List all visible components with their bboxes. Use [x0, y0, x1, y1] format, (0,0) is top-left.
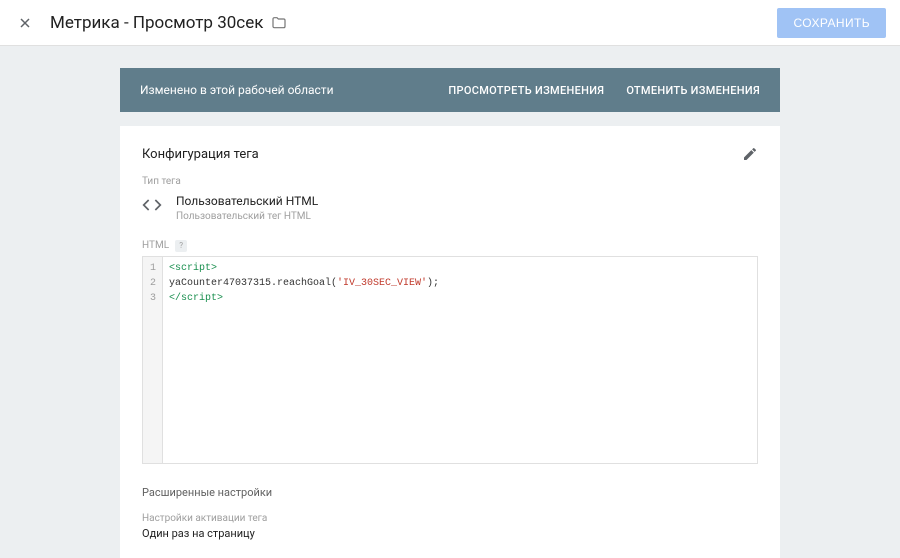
- close-icon[interactable]: [14, 12, 36, 34]
- tag-type-subtitle: Пользовательский тег HTML: [176, 210, 318, 224]
- workspace-changes-bar: Изменено в этой рабочей области ПРОСМОТР…: [120, 68, 780, 112]
- trigger-settings-value: Один раз на страницу: [142, 527, 758, 540]
- advanced-settings-toggle[interactable]: Расширенные настройки: [142, 486, 758, 499]
- tag-config-card: Конфигурация тега Тип тега Пользовательс…: [120, 126, 780, 558]
- trigger-settings-label: Настройки активации тега: [142, 513, 758, 524]
- code-token-tag: </script>: [169, 293, 223, 304]
- code-token-string: 'IV_30SEC_VIEW': [337, 278, 427, 289]
- tag-type-row: Пользовательский HTML Пользовательский т…: [142, 193, 758, 224]
- page-title: Метрика - Просмотр 30сек: [50, 13, 263, 33]
- card-header: Конфигурация тега: [142, 146, 758, 162]
- save-button[interactable]: СОХРАНИТЬ: [777, 8, 886, 38]
- tag-type-label: Тип тега: [142, 176, 758, 187]
- code-icon: [142, 193, 162, 219]
- tag-type-text: Пользовательский HTML Пользовательский т…: [176, 193, 318, 224]
- card-title: Конфигурация тега: [142, 147, 259, 162]
- code-body[interactable]: <script> yaCounter47037315.reachGoal('IV…: [163, 257, 445, 463]
- code-token-call: );: [427, 278, 439, 289]
- header-bar: Метрика - Просмотр 30сек СОХРАНИТЬ: [0, 0, 900, 46]
- folder-icon[interactable]: [271, 15, 287, 31]
- edit-icon[interactable]: [742, 146, 758, 162]
- html-code-editor[interactable]: 1 2 3 <script> yaCounter47037315.reachGo…: [142, 256, 758, 464]
- code-gutter: 1 2 3: [143, 257, 163, 463]
- tag-type-name: Пользовательский HTML: [176, 193, 318, 210]
- view-changes-button[interactable]: ПРОСМОТРЕТЬ ИЗМЕНЕНИЯ: [448, 84, 604, 97]
- line-number: 3: [149, 291, 156, 306]
- help-icon[interactable]: ?: [175, 240, 187, 252]
- html-field-label: HTML: [142, 240, 169, 251]
- changes-message: Изменено в этой рабочей области: [140, 83, 334, 97]
- line-number: 1: [149, 261, 156, 276]
- code-token-tag: <script>: [169, 263, 217, 274]
- discard-changes-button[interactable]: ОТМЕНИТЬ ИЗМЕНЕНИЯ: [626, 84, 760, 97]
- content-area: Изменено в этой рабочей области ПРОСМОТР…: [0, 46, 900, 558]
- code-token-call: yaCounter47037315.reachGoal(: [169, 278, 337, 289]
- changes-actions: ПРОСМОТРЕТЬ ИЗМЕНЕНИЯ ОТМЕНИТЬ ИЗМЕНЕНИЯ: [448, 84, 760, 97]
- html-label-row: HTML ?: [142, 240, 758, 252]
- line-number: 2: [149, 276, 156, 291]
